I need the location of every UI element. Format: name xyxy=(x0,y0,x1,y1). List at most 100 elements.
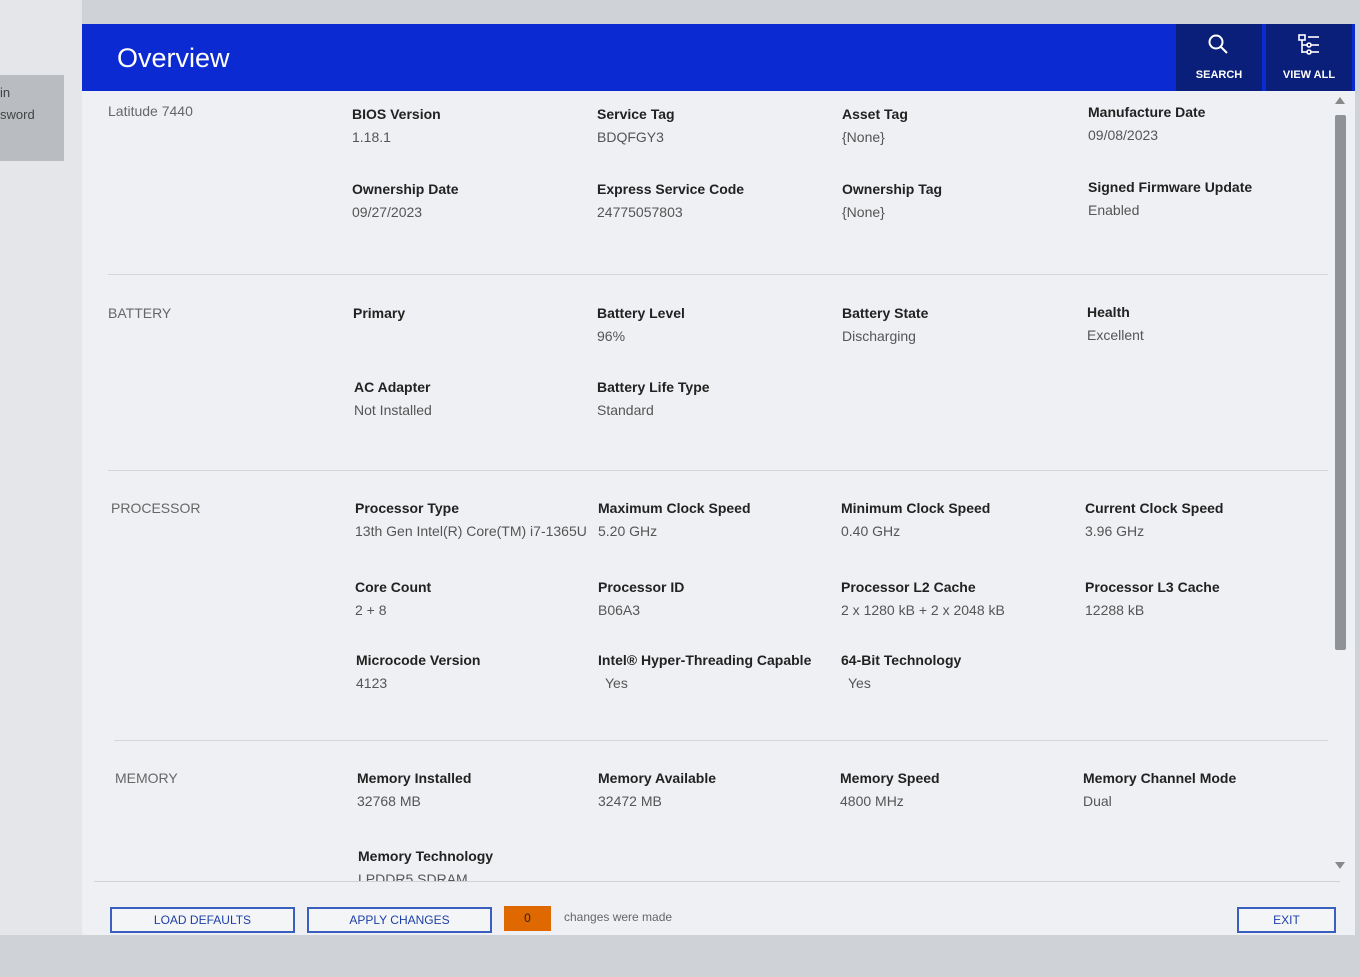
field-value: 5.20 GHz xyxy=(598,523,658,539)
load-defaults-button[interactable]: LOAD DEFAULTS xyxy=(110,907,295,933)
section-divider xyxy=(108,274,1328,275)
field-value: Yes xyxy=(605,675,628,691)
field-value: Discharging xyxy=(842,328,916,344)
field-value: 1.18.1 xyxy=(352,129,391,145)
field-express-service-code: Express Service Code 24775057803 xyxy=(597,181,837,220)
field-label: Intel® Hyper-Threading Capable xyxy=(598,652,812,668)
sidebar-item-label[interactable]: sword xyxy=(0,107,35,122)
field-label: Manufacture Date xyxy=(1088,104,1206,120)
footer-bar: LOAD DEFAULTS APPLY CHANGES 0 changes we… xyxy=(94,881,1340,936)
field-battery-life-type: Battery Life Type Standard xyxy=(597,379,837,418)
field-memory-technology: Memory Technology LPDDR5 SDRAM xyxy=(358,848,598,881)
field-asset-tag: Asset Tag {None} xyxy=(842,106,1082,145)
field-label: Current Clock Speed xyxy=(1085,500,1224,516)
field-value: 32472 MB xyxy=(598,793,662,809)
field-value: Dual xyxy=(1083,793,1112,809)
field-label: Ownership Date xyxy=(352,181,459,197)
field-value: 09/27/2023 xyxy=(352,204,423,220)
field-label: Memory Available xyxy=(598,770,717,786)
change-count-badge: 0 xyxy=(504,906,551,931)
field-value: 09/08/2023 xyxy=(1088,127,1159,143)
field-label: Battery Life Type xyxy=(597,379,710,395)
field-label: Ownership Tag xyxy=(842,181,943,197)
field-battery-level: Battery Level 96% xyxy=(597,305,837,344)
field-label: Core Count xyxy=(355,579,432,595)
field-value: 4123 xyxy=(356,675,388,691)
field-label: Battery State xyxy=(842,305,929,321)
field-label: Service Tag xyxy=(597,106,675,122)
field-label: Memory Speed xyxy=(840,770,940,786)
field-64-bit-technology: 64-Bit Technology Yes xyxy=(841,652,1081,691)
field-ownership-date: Ownership Date 09/27/2023 xyxy=(352,181,592,220)
view-all-button[interactable]: VIEW ALL xyxy=(1266,24,1352,91)
field-primary: Primary xyxy=(353,305,593,328)
field-value: Yes xyxy=(848,675,871,691)
field-processor-l3-cache: Processor L3 Cache 12288 kB xyxy=(1085,579,1325,618)
scroll-up-arrow-icon[interactable] xyxy=(1335,97,1345,104)
field-minimum-clock-speed: Minimum Clock Speed 0.40 GHz xyxy=(841,500,1081,539)
changes-status-text: changes were made xyxy=(564,910,673,924)
field-ownership-tag: Ownership Tag {None} xyxy=(842,181,1082,220)
sidebar-item-label[interactable]: in xyxy=(0,85,10,100)
section-label: BATTERY xyxy=(108,305,172,321)
field-value: Not Installed xyxy=(354,402,432,418)
field-label: Microcode Version xyxy=(356,652,481,668)
field-label: Memory Technology xyxy=(358,848,494,864)
section-divider xyxy=(114,740,1328,741)
field-label: Primary xyxy=(353,305,406,321)
field-label: 64-Bit Technology xyxy=(841,652,962,668)
field-value: 2 + 8 xyxy=(355,602,387,618)
field-label: Memory Installed xyxy=(357,770,472,786)
exit-button[interactable]: EXIT xyxy=(1237,907,1336,933)
field-value: Standard xyxy=(597,402,654,418)
settings-tree-icon xyxy=(1298,34,1319,55)
system-model: Latitude 7440 xyxy=(108,103,193,119)
field-value: {None} xyxy=(842,204,885,220)
search-button-label: SEARCH xyxy=(1195,69,1243,81)
field-service-tag: Service Tag BDQFGY3 xyxy=(597,106,837,145)
field-label: Express Service Code xyxy=(597,181,745,197)
overview-window: Overview SEARCH VIEW ALL Latitude 7440 B… xyxy=(82,24,1355,935)
field-value: Enabled xyxy=(1088,202,1140,218)
scroll-down-arrow-icon[interactable] xyxy=(1335,862,1345,869)
search-icon xyxy=(1208,34,1228,54)
field-value: 2 x 1280 kB + 2 x 2048 kB xyxy=(841,602,1005,618)
field-value: Excellent xyxy=(1087,327,1144,343)
field-label: Processor L2 Cache xyxy=(841,579,976,595)
field-value: 4800 MHz xyxy=(840,793,904,809)
field-label: Memory Channel Mode xyxy=(1083,770,1237,786)
sidebar: in sword xyxy=(0,0,82,935)
field-health: Health Excellent xyxy=(1087,304,1327,343)
field-memory-available: Memory Available 32472 MB xyxy=(598,770,838,809)
search-button[interactable]: SEARCH xyxy=(1176,24,1262,91)
field-memory-speed: Memory Speed 4800 MHz xyxy=(840,770,1080,809)
apply-changes-button[interactable]: APPLY CHANGES xyxy=(307,907,492,933)
field-value: LPDDR5 SDRAM xyxy=(358,871,468,881)
field-label: Asset Tag xyxy=(842,106,908,122)
scrollbar[interactable] xyxy=(1332,91,1348,881)
field-value: 3.96 GHz xyxy=(1085,523,1145,539)
section-label: PROCESSOR xyxy=(111,500,201,516)
scrollbar-thumb[interactable] xyxy=(1335,115,1346,650)
field-label: Processor ID xyxy=(598,579,685,595)
field-value: 12288 kB xyxy=(1085,602,1145,618)
field-value: 96% xyxy=(597,328,626,344)
field-ac-adapter: AC Adapter Not Installed xyxy=(354,379,594,418)
section-divider xyxy=(108,470,1328,471)
view-all-button-label: VIEW ALL xyxy=(1282,69,1336,81)
section-label: MEMORY xyxy=(115,770,178,786)
field-processor-l2-cache: Processor L2 Cache 2 x 1280 kB + 2 x 204… xyxy=(841,579,1081,618)
field-microcode-version: Microcode Version 4123 xyxy=(356,652,596,691)
field-value: 32768 MB xyxy=(357,793,421,809)
field-hyper-threading-capable: Intel® Hyper-Threading Capable Yes xyxy=(598,652,838,691)
field-value: B06A3 xyxy=(598,602,641,618)
field-battery-state: Battery State Discharging xyxy=(842,305,1082,344)
field-value: {None} xyxy=(842,129,885,145)
field-label: Signed Firmware Update xyxy=(1088,179,1253,195)
field-current-clock-speed: Current Clock Speed 3.96 GHz xyxy=(1085,500,1325,539)
field-signed-firmware-update: Signed Firmware Update Enabled xyxy=(1088,179,1328,218)
field-value: BDQFGY3 xyxy=(597,129,664,145)
overview-content: Latitude 7440 BIOS Version 1.18.1 Servic… xyxy=(82,91,1332,881)
field-value: 13th Gen Intel(R) Core(TM) i7-1365U xyxy=(355,523,587,539)
field-label: Minimum Clock Speed xyxy=(841,500,991,516)
